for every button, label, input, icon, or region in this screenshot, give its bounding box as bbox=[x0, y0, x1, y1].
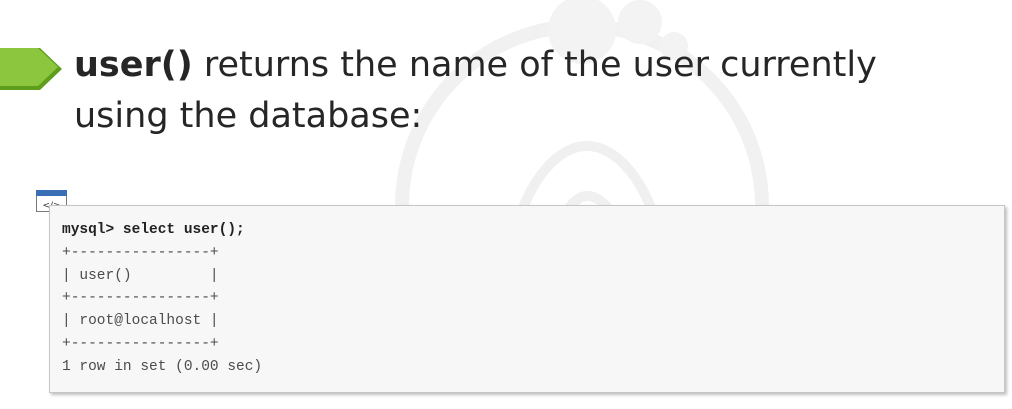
slide-heading: user() returns the name of the user curr… bbox=[74, 40, 974, 142]
code-command-line: mysql> select user(); bbox=[62, 222, 245, 238]
bullet-arrow-icon bbox=[0, 48, 62, 90]
code-output-line: 1 row in set (0.00 sec) bbox=[62, 358, 263, 375]
code-output-line: +----------------+ bbox=[62, 290, 219, 307]
code-block: mysql> select user(); +----------------+… bbox=[49, 205, 1005, 393]
code-output-line: +----------------+ bbox=[62, 335, 219, 352]
code-output-line: | root@localhost | bbox=[62, 313, 219, 330]
code-output-line: | user() | bbox=[62, 267, 219, 284]
function-description: returns the name of the user currently u… bbox=[74, 45, 877, 136]
code-output-line: +----------------+ bbox=[62, 244, 219, 261]
function-name: user() bbox=[74, 45, 193, 85]
